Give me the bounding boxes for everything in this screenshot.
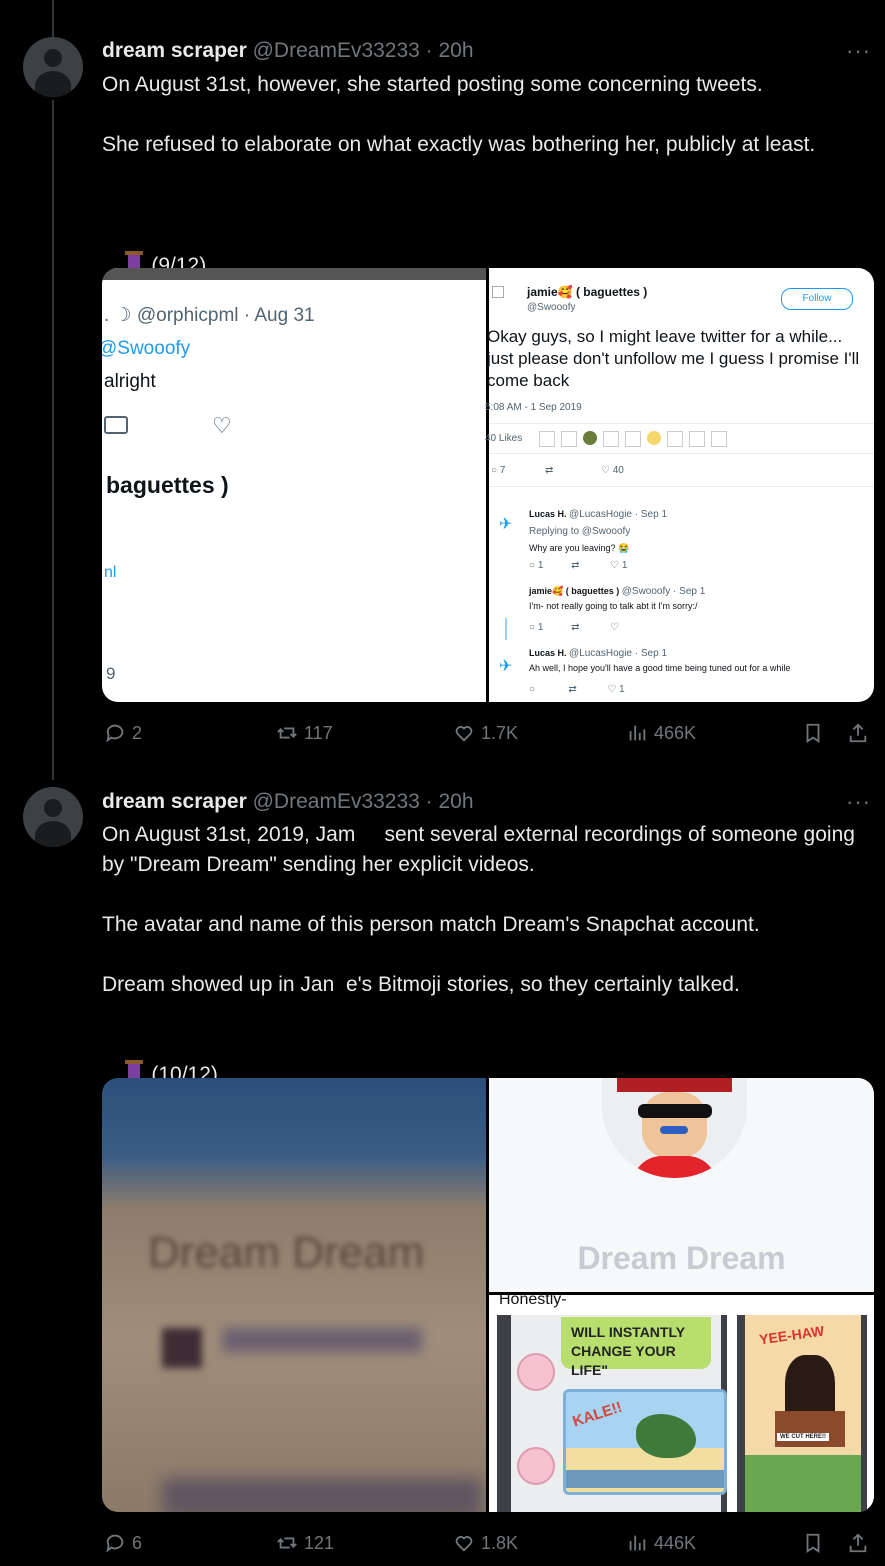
share-icon (849, 1533, 867, 1553)
retweet-icon (104, 416, 128, 434)
tweet[interactable]: dream scraper @DreamEv33233 · 20h ··· On… (0, 0, 885, 770)
bitmoji-avatar (602, 1078, 747, 1178)
bookmark-button[interactable] (802, 1532, 824, 1554)
views-icon (629, 725, 646, 741)
share-icon (849, 723, 867, 743)
author-handle[interactable]: @DreamEv33233 · 20h (253, 39, 474, 62)
tweet[interactable]: dream scraper @DreamEv33233 · 20h ··· On… (0, 770, 885, 1566)
avatar[interactable] (23, 37, 83, 97)
like-count[interactable]: ♡ 40 (601, 465, 624, 476)
repost-icon (277, 727, 297, 739)
more-options-button[interactable]: ··· (846, 38, 871, 64)
views-button[interactable]: 466K (626, 722, 696, 744)
heart-icon (455, 1536, 473, 1552)
reply-item[interactable]: jamie🥰 ( baguettes ) @Swooofy · Sep 1 I'… (529, 584, 705, 635)
tweet-media[interactable]: . ☽ @orphicpml · Aug 31 @Swooofy alright… (102, 268, 874, 702)
reply-count[interactable]: ○ 7 (491, 465, 505, 476)
quoted-misc: nl (104, 564, 117, 581)
bitmoji-small-avatar (517, 1353, 555, 1391)
views-icon (629, 1535, 646, 1551)
bookmark-button[interactable] (802, 722, 824, 744)
tweet-text: On August 31st, 2019, Jam sent several e… (102, 823, 855, 996)
reply-icon (106, 724, 124, 743)
kale-video[interactable]: KALE!! (563, 1389, 727, 1495)
repost-icon (277, 1537, 297, 1549)
speech-bubble: WILL INSTANTLY CHANGE YOUR LIFE" (561, 1317, 711, 1378)
profile-handle: @Swooofy (527, 302, 576, 313)
tweet-header: dream scraper @DreamEv33233 · 20h (102, 790, 474, 814)
tweet-media[interactable]: Dream Dream Dream Dream Honestly- WILL I… (102, 1078, 874, 1512)
reply-icon (106, 1534, 124, 1553)
quoted-misc: 9 (106, 664, 116, 683)
bookmark-icon (806, 1533, 820, 1553)
profile-name: jamie🥰 ( baguettes ) (527, 285, 648, 299)
avatar[interactable] (23, 787, 83, 847)
tweet-actions: 2 117 1.7K 466K (102, 722, 874, 752)
media-image-right-top[interactable]: Dream Dream (489, 1078, 874, 1292)
reply-item[interactable]: Lucas H. @LucasHogie · Sep 1 Ah well, I … (529, 646, 790, 697)
yeehaw-sticker: YEE-HAW WE CUT HERE!! (745, 1315, 861, 1512)
repost-button[interactable]: 117 (276, 722, 333, 744)
media-image-left[interactable]: Dream Dream (102, 1078, 486, 1512)
author-name[interactable]: dream scraper (102, 39, 247, 62)
quoted-body: alright (104, 371, 156, 392)
reply-item[interactable]: Lucas H. @LucasHogie · Sep 1 Replying to… (529, 506, 667, 574)
tweet-time: 5:08 AM - 1 Sep 2019 (485, 402, 582, 413)
media-image-right[interactable]: jamie🥰 ( baguettes ) @Swooofy Follow Oka… (485, 268, 874, 702)
snapchat-display-name: Dream Dream (577, 1240, 786, 1276)
reply-avatar: ✈ (499, 658, 513, 675)
tweet-header: dream scraper @DreamEv33233 · 20h (102, 39, 474, 63)
media-image-right-bottom[interactable]: Honestly- WILL INSTANTLY CHANGE YOUR LIF… (489, 1295, 874, 1512)
reply-button[interactable]: 6 (104, 1532, 142, 1554)
quoted-large-text: baguettes ) (106, 472, 229, 498)
tweet-actions: 6 121 1.8K 446K (102, 1532, 874, 1562)
tweet-text: On August 31st, however, she started pos… (102, 73, 816, 156)
reply-button[interactable]: 2 (104, 722, 142, 744)
tweet-body: Okay guys, so I might leave twitter for … (487, 327, 860, 390)
share-button[interactable] (847, 1532, 869, 1554)
liker-avatars (539, 431, 727, 447)
bookmark-icon (806, 723, 820, 743)
views-button[interactable]: 446K (626, 1532, 696, 1554)
bitmoji-small-avatar (517, 1447, 555, 1485)
follow-button[interactable]: Follow (781, 288, 853, 310)
blurred-text: Dream Dream (148, 1228, 425, 1277)
story-caption: Honestly- (499, 1295, 567, 1308)
more-options-button[interactable]: ··· (846, 789, 871, 815)
like-button[interactable]: 1.7K (453, 722, 518, 744)
share-button[interactable] (847, 722, 869, 744)
quoted-handle: . ☽ @orphicpml · Aug 31 (104, 305, 315, 326)
like-button[interactable]: 1.8K (453, 1532, 518, 1554)
media-image-left[interactable]: . ☽ @orphicpml · Aug 31 @Swooofy alright… (102, 268, 486, 702)
author-handle[interactable]: @DreamEv33233 · 20h (253, 790, 474, 813)
repost-button[interactable]: 121 (276, 1532, 334, 1554)
quoted-reply-to: @Swooofy (102, 338, 191, 359)
heart-icon: ♡ (212, 413, 232, 438)
likes-label: 40 Likes (485, 433, 523, 444)
author-name[interactable]: dream scraper (102, 790, 247, 813)
heart-icon (455, 726, 473, 742)
broken-image-icon (492, 286, 504, 298)
reply-avatar: ✈ (499, 516, 513, 533)
retweet-icon[interactable]: ⇄ (545, 465, 553, 476)
